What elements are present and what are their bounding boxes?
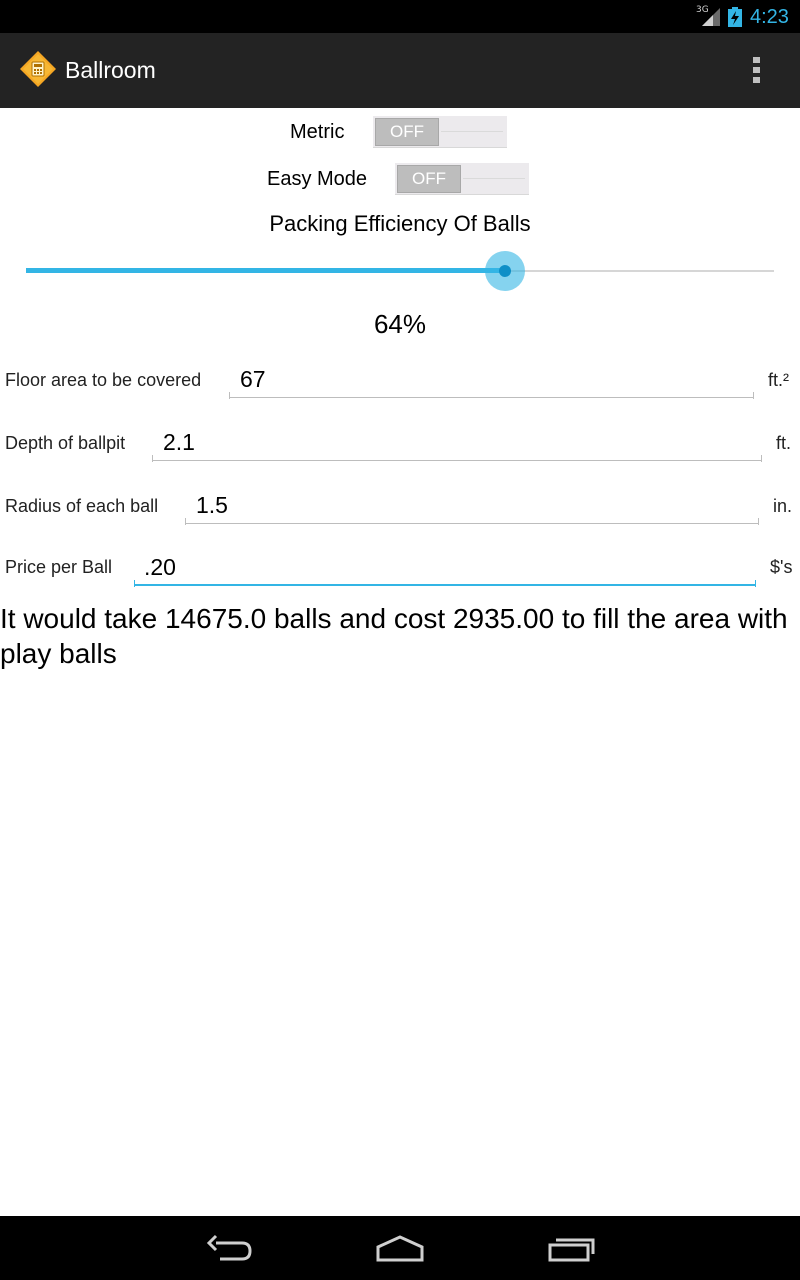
packing-title: Packing Efficiency Of Balls — [269, 211, 531, 236]
battery-charging-icon — [728, 7, 742, 27]
toggle-track — [463, 178, 525, 179]
input-tick — [761, 455, 762, 462]
slider-fill — [26, 268, 505, 273]
radius-label: Radius of each ball — [5, 496, 159, 516]
radius-input[interactable] — [186, 488, 759, 524]
app-title: Ballroom — [65, 57, 156, 83]
slider-thumb[interactable] — [499, 265, 511, 277]
toggle-track — [441, 131, 503, 132]
metric-toggle-thumb: OFF — [375, 118, 439, 146]
price-unit: $'s — [770, 557, 793, 577]
price-input[interactable] — [135, 550, 756, 586]
input-tick — [185, 518, 186, 525]
back-icon[interactable] — [206, 1234, 254, 1264]
app-icon[interactable] — [20, 51, 56, 87]
home-icon[interactable] — [374, 1234, 426, 1264]
overflow-menu-icon[interactable] — [750, 55, 764, 85]
depth-unit: ft. — [776, 433, 792, 453]
floor-area-input[interactable] — [230, 362, 754, 398]
floor-area-label: Floor area to be covered — [5, 370, 202, 390]
input-tick — [229, 392, 230, 399]
input-tick — [134, 580, 135, 587]
radius-unit: in. — [773, 496, 793, 516]
metric-toggle[interactable]: OFF — [373, 116, 507, 148]
input-tick — [758, 518, 759, 525]
easy-mode-row: Easy Mode OFF — [267, 162, 529, 196]
floor-area-unit: ft.² — [768, 370, 789, 390]
result-text: It would take 14675.0 balls and cost 293… — [0, 603, 788, 669]
metric-label: Metric — [290, 120, 345, 143]
packing-percent: 64% — [373, 309, 427, 339]
status-time: 4:23 — [750, 6, 789, 28]
navigation-bar — [0, 1216, 800, 1280]
depth-label: Depth of ballpit — [5, 433, 126, 453]
depth-input[interactable] — [153, 425, 762, 461]
input-tick — [755, 580, 756, 587]
easy-mode-label: Easy Mode — [267, 167, 368, 190]
price-label: Price per Ball — [5, 557, 113, 577]
action-bar: Ballroom — [0, 33, 800, 108]
easy-mode-toggle-thumb: OFF — [397, 165, 461, 193]
signal-icon — [702, 8, 720, 26]
packing-efficiency-slider[interactable] — [26, 250, 774, 292]
recent-apps-icon[interactable] — [547, 1234, 597, 1264]
status-bar: 3G 4:23 — [0, 0, 800, 33]
input-tick — [152, 455, 153, 462]
easy-mode-toggle[interactable]: OFF — [395, 163, 529, 195]
input-tick — [753, 392, 754, 399]
metric-row: Metric OFF — [290, 115, 507, 149]
